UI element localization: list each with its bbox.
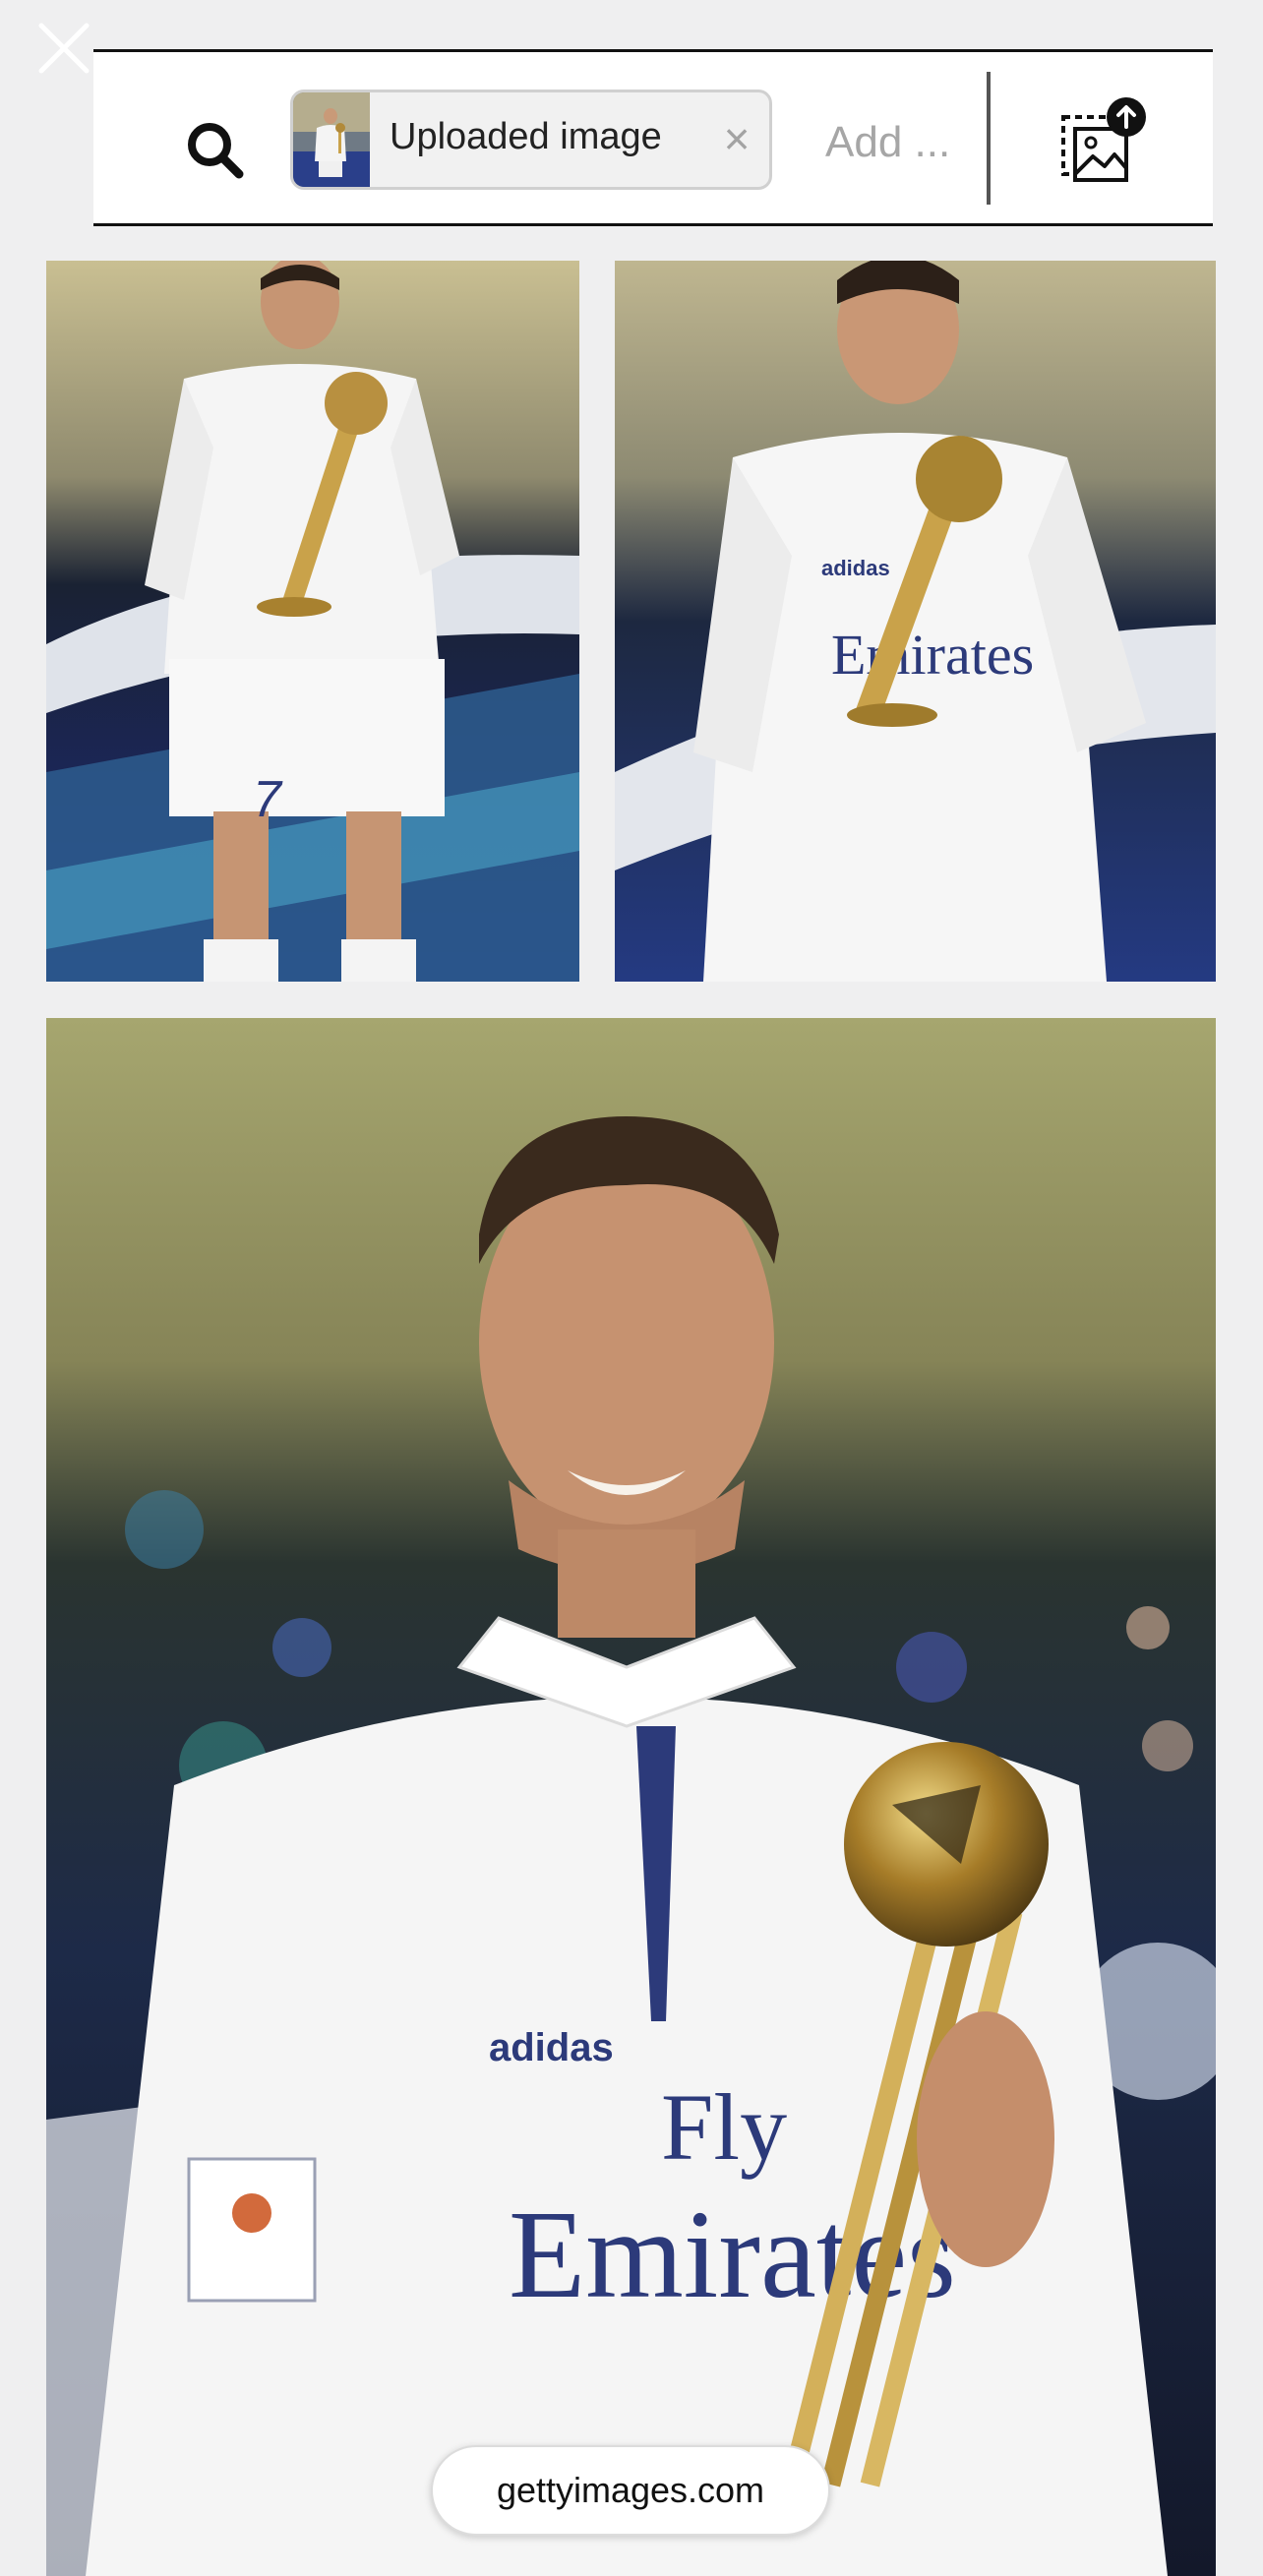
search-divider bbox=[987, 72, 991, 205]
jersey-sponsor-top: Fly bbox=[661, 2074, 787, 2180]
result-image-1-photo: 7 bbox=[46, 261, 579, 982]
image-upload-icon bbox=[1061, 97, 1146, 182]
remove-image-button[interactable]: × bbox=[706, 106, 767, 171]
result-image-3[interactable]: adidas Fly Emirates bbox=[46, 1018, 1216, 2576]
result-image-2[interactable]: Emirates adidas bbox=[615, 261, 1216, 982]
source-link[interactable]: gettyimages.com bbox=[431, 2445, 830, 2536]
add-search-input[interactable] bbox=[825, 113, 997, 172]
jersey-brand-text: adidas bbox=[821, 556, 890, 580]
uploaded-image-label: Uploaded image bbox=[390, 116, 662, 157]
search-bar: Uploaded image × bbox=[93, 49, 1213, 226]
jersey-sponsor-text: Emirates bbox=[831, 623, 1034, 687]
search-icon[interactable] bbox=[184, 119, 247, 182]
result-image-1[interactable]: 7 bbox=[46, 261, 579, 982]
jersey-number: 7 bbox=[253, 771, 283, 828]
result-image-3-photo: adidas Fly Emirates bbox=[46, 1018, 1216, 2576]
image-upload-button[interactable] bbox=[1055, 95, 1150, 190]
jersey-brand-text-large: adidas bbox=[489, 2026, 614, 2069]
result-image-2-photo: Emirates adidas bbox=[615, 261, 1216, 982]
close-icon bbox=[38, 23, 90, 74]
uploaded-image-thumbnail bbox=[293, 92, 370, 187]
close-button[interactable] bbox=[30, 14, 100, 85]
uploaded-image-chip[interactable]: Uploaded image × bbox=[290, 90, 772, 190]
